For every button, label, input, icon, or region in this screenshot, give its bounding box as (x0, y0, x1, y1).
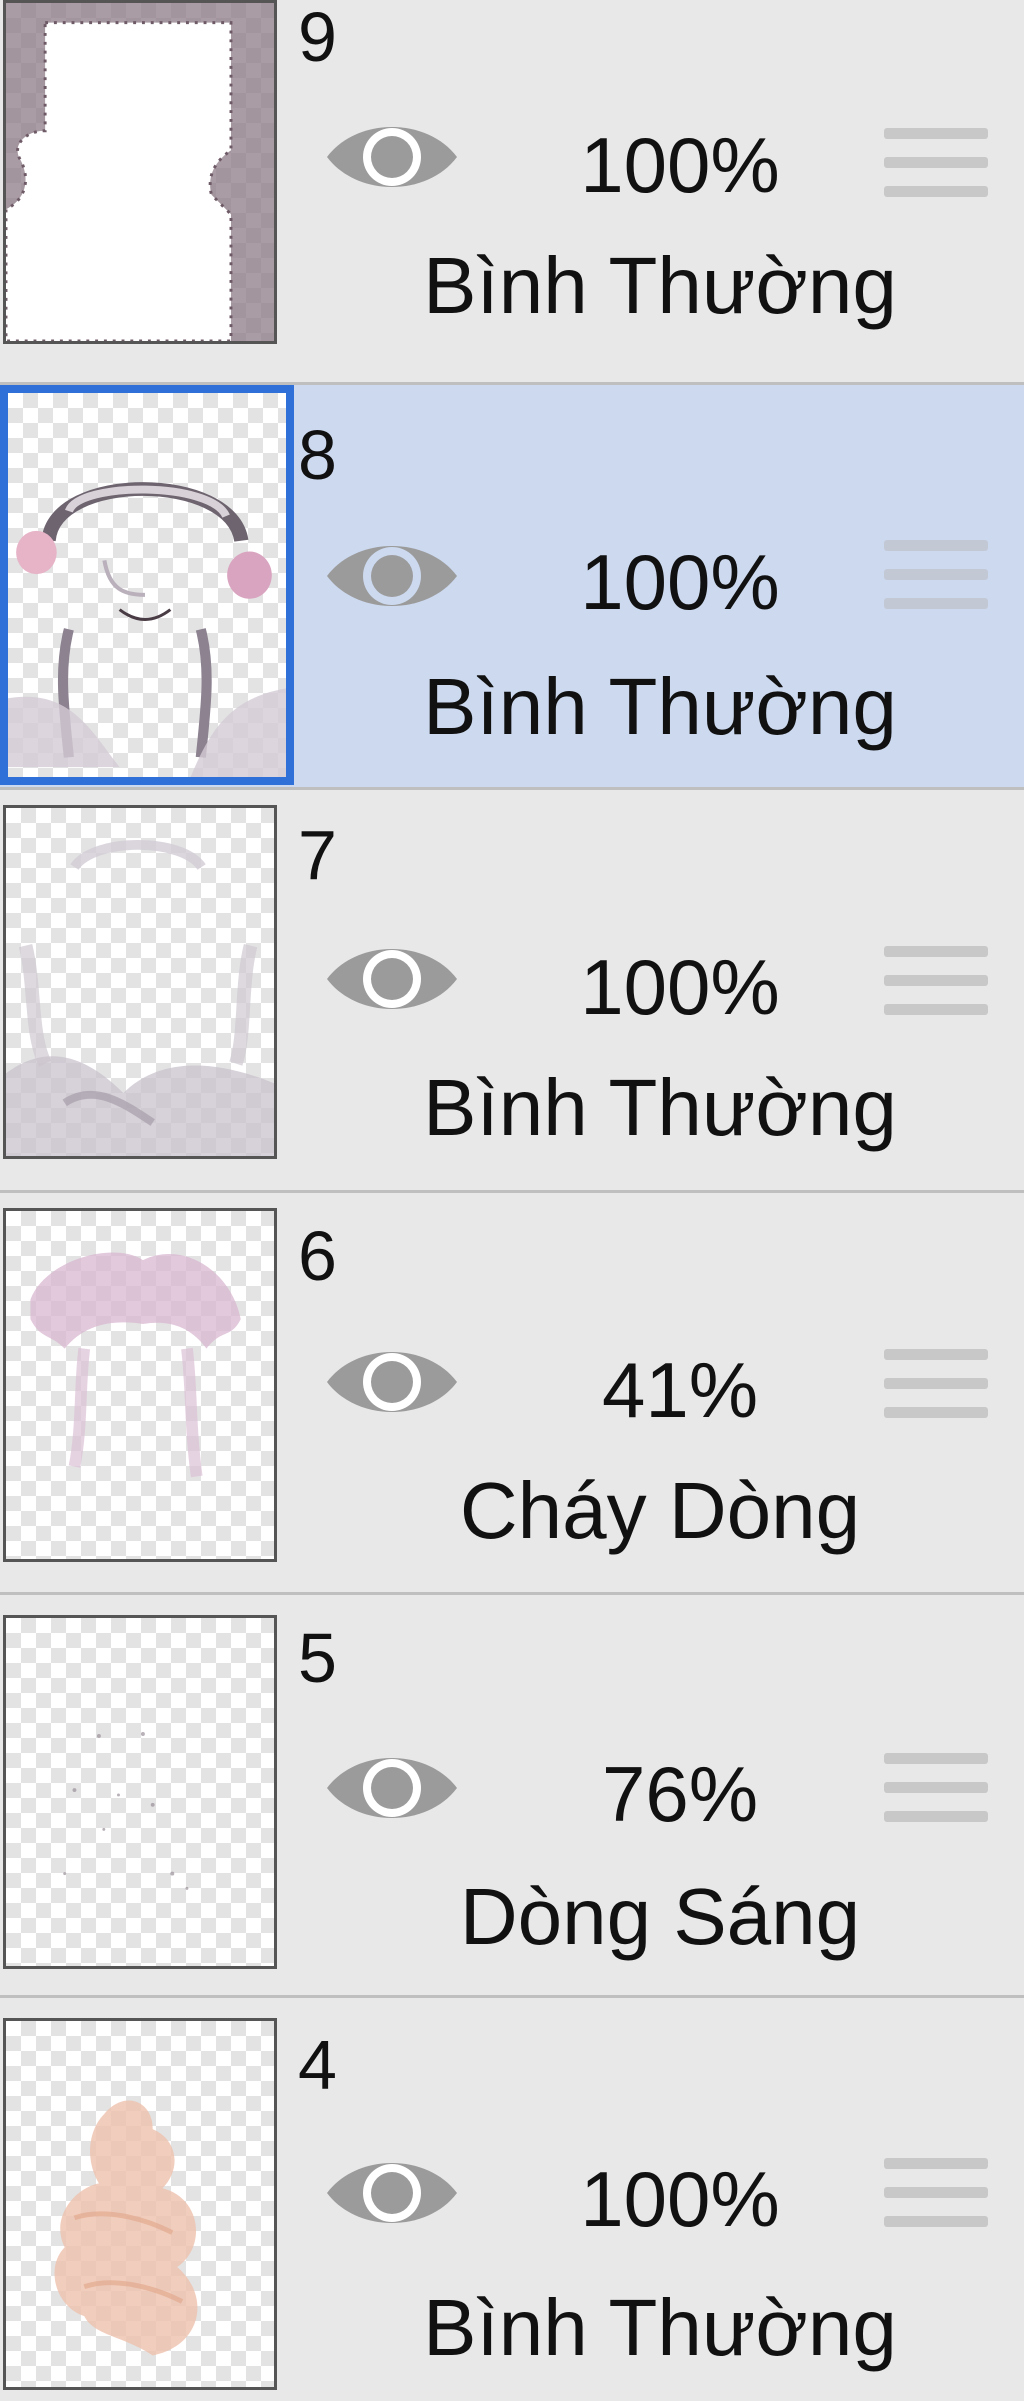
layer-thumbnail[interactable] (3, 0, 277, 344)
drag-handle-icon[interactable] (884, 1753, 988, 1823)
layer-opacity: 100% (580, 943, 780, 1031)
layer-number: 8 (298, 416, 337, 494)
layer-opacity: 76% (601, 1750, 759, 1838)
layer-blend-mode[interactable]: Bình Thường (330, 2288, 990, 2368)
layer-row-6[interactable]: 6 41% Cháy Dòng (0, 1193, 1024, 1595)
layer-number: 5 (298, 1619, 337, 1697)
layer-thumbnail[interactable] (3, 1208, 277, 1562)
layer-blend-mode[interactable]: Cháy Dòng (330, 1471, 990, 1551)
layer-opacity: 100% (580, 2155, 780, 2243)
layer-opacity: 41% (601, 1346, 759, 1434)
drag-handle-icon[interactable] (884, 946, 988, 1016)
layer-row-7[interactable]: 7 100% Bình Thường (0, 790, 1024, 1193)
eye-icon[interactable] (322, 531, 462, 621)
layer-opacity: 100% (580, 538, 780, 626)
layer-row-5[interactable]: 5 76% Dòng Sáng (0, 1595, 1024, 1998)
layer-row-4[interactable]: 4 100% Bình Thường (0, 1998, 1024, 2401)
layer-row-9[interactable]: 9 100% Bình Thường (0, 0, 1024, 385)
eye-icon[interactable] (322, 1743, 462, 1833)
layer-thumbnail[interactable] (0, 385, 294, 785)
layer-number: 4 (298, 2026, 337, 2104)
eye-icon[interactable] (322, 934, 462, 1024)
eye-icon[interactable] (322, 1337, 462, 1427)
layer-number: 6 (298, 1217, 337, 1295)
layer-number: 7 (298, 816, 337, 894)
layer-thumbnail[interactable] (3, 1615, 277, 1969)
layer-opacity: 100% (580, 121, 780, 209)
layer-thumbnail[interactable] (3, 805, 277, 1159)
eye-icon[interactable] (322, 112, 462, 202)
eye-icon[interactable] (322, 2148, 462, 2238)
layer-blend-mode[interactable]: Bình Thường (330, 667, 990, 747)
layer-row-8[interactable]: 8 100% Bình Thường (0, 385, 1024, 790)
drag-handle-icon[interactable] (884, 540, 988, 610)
layer-blend-mode[interactable]: Dòng Sáng (330, 1877, 990, 1957)
drag-handle-icon[interactable] (884, 128, 988, 198)
layer-blend-mode[interactable]: Bình Thường (330, 1068, 990, 1148)
layer-number: 9 (298, 0, 337, 76)
layer-blend-mode[interactable]: Bình Thường (330, 246, 990, 326)
layers-panel: 9 100% Bình Thường 8 100% Bình Thường 7 … (0, 0, 1024, 2401)
layer-thumbnail[interactable] (3, 2018, 277, 2390)
drag-handle-icon[interactable] (884, 1349, 988, 1419)
drag-handle-icon[interactable] (884, 2158, 988, 2228)
